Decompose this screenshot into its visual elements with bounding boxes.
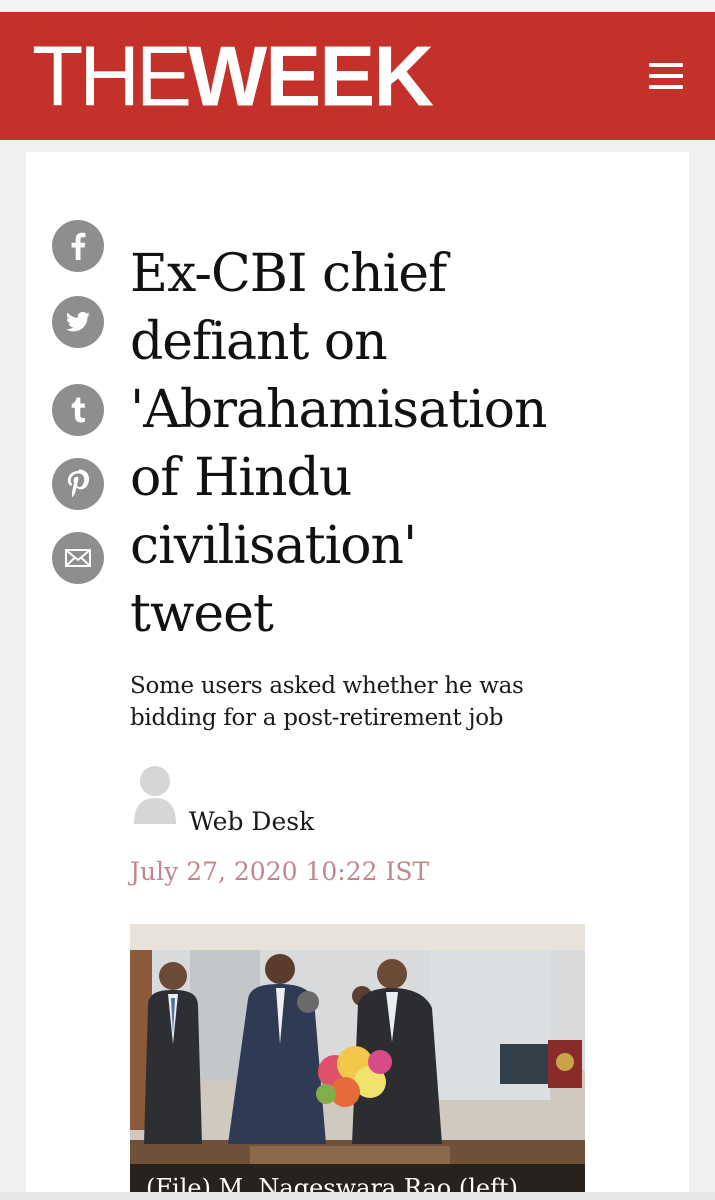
site-header: THE WEEK [0, 12, 715, 140]
tumblr-icon[interactable] [52, 384, 104, 436]
bottom-strip [0, 1192, 715, 1200]
top-strip [0, 0, 715, 12]
hamburger-menu-icon[interactable] [649, 63, 683, 89]
author-name[interactable]: Web Desk [189, 807, 314, 836]
logo-the: THE [32, 28, 192, 124]
logo-week: WEEK [188, 28, 434, 124]
site-logo[interactable]: THE WEEK [32, 28, 434, 124]
pinterest-icon[interactable] [52, 458, 104, 510]
article-image: (File) M. Nageswara Rao (left) [130, 924, 585, 1200]
article-card: Ex-CBI chief defiant on 'Abrahamisation … [26, 152, 689, 1200]
facebook-icon[interactable] [52, 220, 104, 272]
publish-date: July 27, 2020 10:22 IST [130, 857, 430, 886]
author-avatar [132, 764, 178, 826]
twitter-icon[interactable] [52, 296, 104, 348]
email-icon[interactable] [52, 532, 104, 584]
article-subtitle: Some users asked whether he was bidding … [130, 673, 524, 731]
share-bar [52, 220, 104, 584]
article-title: Ex-CBI chief defiant on 'Abrahamisation … [130, 244, 547, 644]
